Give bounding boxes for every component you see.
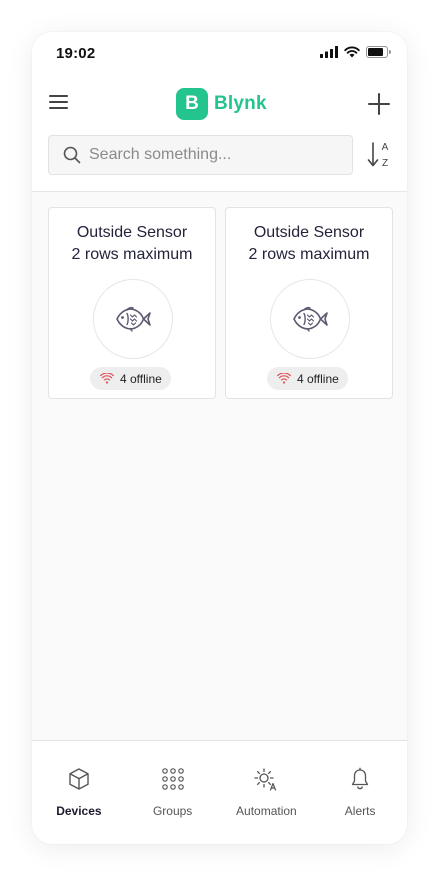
device-title: Outside Sensor 2 rows maximum bbox=[49, 222, 215, 266]
status-time: 19:02 bbox=[56, 45, 96, 62]
fish-icon bbox=[116, 306, 151, 332]
device-grid: Outside Sensor 2 rows maximum 4 offline … bbox=[48, 207, 393, 399]
sort-az-icon: A Z bbox=[367, 142, 389, 169]
add-device-button[interactable] bbox=[366, 91, 392, 117]
tab-devices[interactable]: Devices bbox=[32, 741, 126, 844]
sun-automation-icon bbox=[254, 768, 277, 791]
battery-icon bbox=[366, 46, 391, 58]
offline-badge: 4 offline bbox=[90, 367, 171, 390]
offline-status-text: 4 offline bbox=[297, 371, 339, 386]
tab-devices-label: Devices bbox=[56, 804, 102, 818]
search-box bbox=[48, 135, 353, 175]
device-icon-circle bbox=[270, 279, 350, 359]
tab-automation[interactable]: Automation bbox=[220, 741, 314, 844]
search-input[interactable] bbox=[89, 146, 339, 164]
menu-button[interactable] bbox=[49, 94, 71, 114]
grid-dots-icon bbox=[161, 768, 184, 790]
brand-logo: B Blynk bbox=[176, 88, 267, 120]
status-icons bbox=[320, 46, 391, 58]
tab-automation-label: Automation bbox=[236, 804, 297, 818]
phone-screen: 19:02 B Blynk Search something... A Z Ou… bbox=[32, 32, 407, 844]
device-title-line1: Outside Sensor bbox=[76, 224, 188, 241]
tab-alerts[interactable]: Alerts bbox=[313, 741, 407, 844]
tab-alerts-label: Alerts bbox=[344, 804, 376, 818]
device-title-line1: Outside Sensor bbox=[253, 224, 365, 241]
tab-groups-label: Groups bbox=[152, 804, 193, 818]
header: B Blynk A Z bbox=[32, 76, 407, 192]
sort-bottom-letter: Z bbox=[382, 158, 388, 169]
offline-status-text: 4 offline bbox=[120, 371, 162, 386]
sort-top-letter: A bbox=[382, 142, 389, 153]
bottom-tab-bar: Devices Groups Automation Alerts bbox=[32, 740, 407, 844]
device-card[interactable]: Outside Sensor 2 rows maximum 4 offline bbox=[225, 207, 393, 399]
tab-groups[interactable]: Groups bbox=[126, 741, 220, 844]
device-card[interactable]: Outside Sensor 2 rows maximum 4 offline bbox=[48, 207, 216, 399]
device-title-line2: 2 rows maximum bbox=[248, 246, 370, 263]
signal-icon bbox=[320, 46, 338, 58]
brand-name: Blynk bbox=[214, 93, 267, 114]
status-bar: 19:02 bbox=[32, 32, 407, 76]
device-icon-circle bbox=[93, 279, 173, 359]
bell-icon bbox=[351, 767, 369, 790]
cube-icon bbox=[69, 768, 89, 790]
device-title: Outside Sensor 2 rows maximum bbox=[226, 222, 392, 266]
device-title-line2: 2 rows maximum bbox=[71, 246, 193, 263]
search-icon bbox=[63, 146, 81, 164]
wifi-offline-icon bbox=[277, 373, 291, 384]
offline-badge: 4 offline bbox=[267, 367, 348, 390]
wifi-icon bbox=[344, 46, 360, 58]
fish-icon bbox=[293, 306, 328, 332]
plus-icon bbox=[368, 93, 390, 115]
hamburger-icon bbox=[49, 95, 68, 109]
sort-az-button[interactable]: A Z bbox=[367, 140, 393, 170]
brand-badge: B bbox=[176, 88, 208, 120]
wifi-offline-icon bbox=[100, 373, 114, 384]
